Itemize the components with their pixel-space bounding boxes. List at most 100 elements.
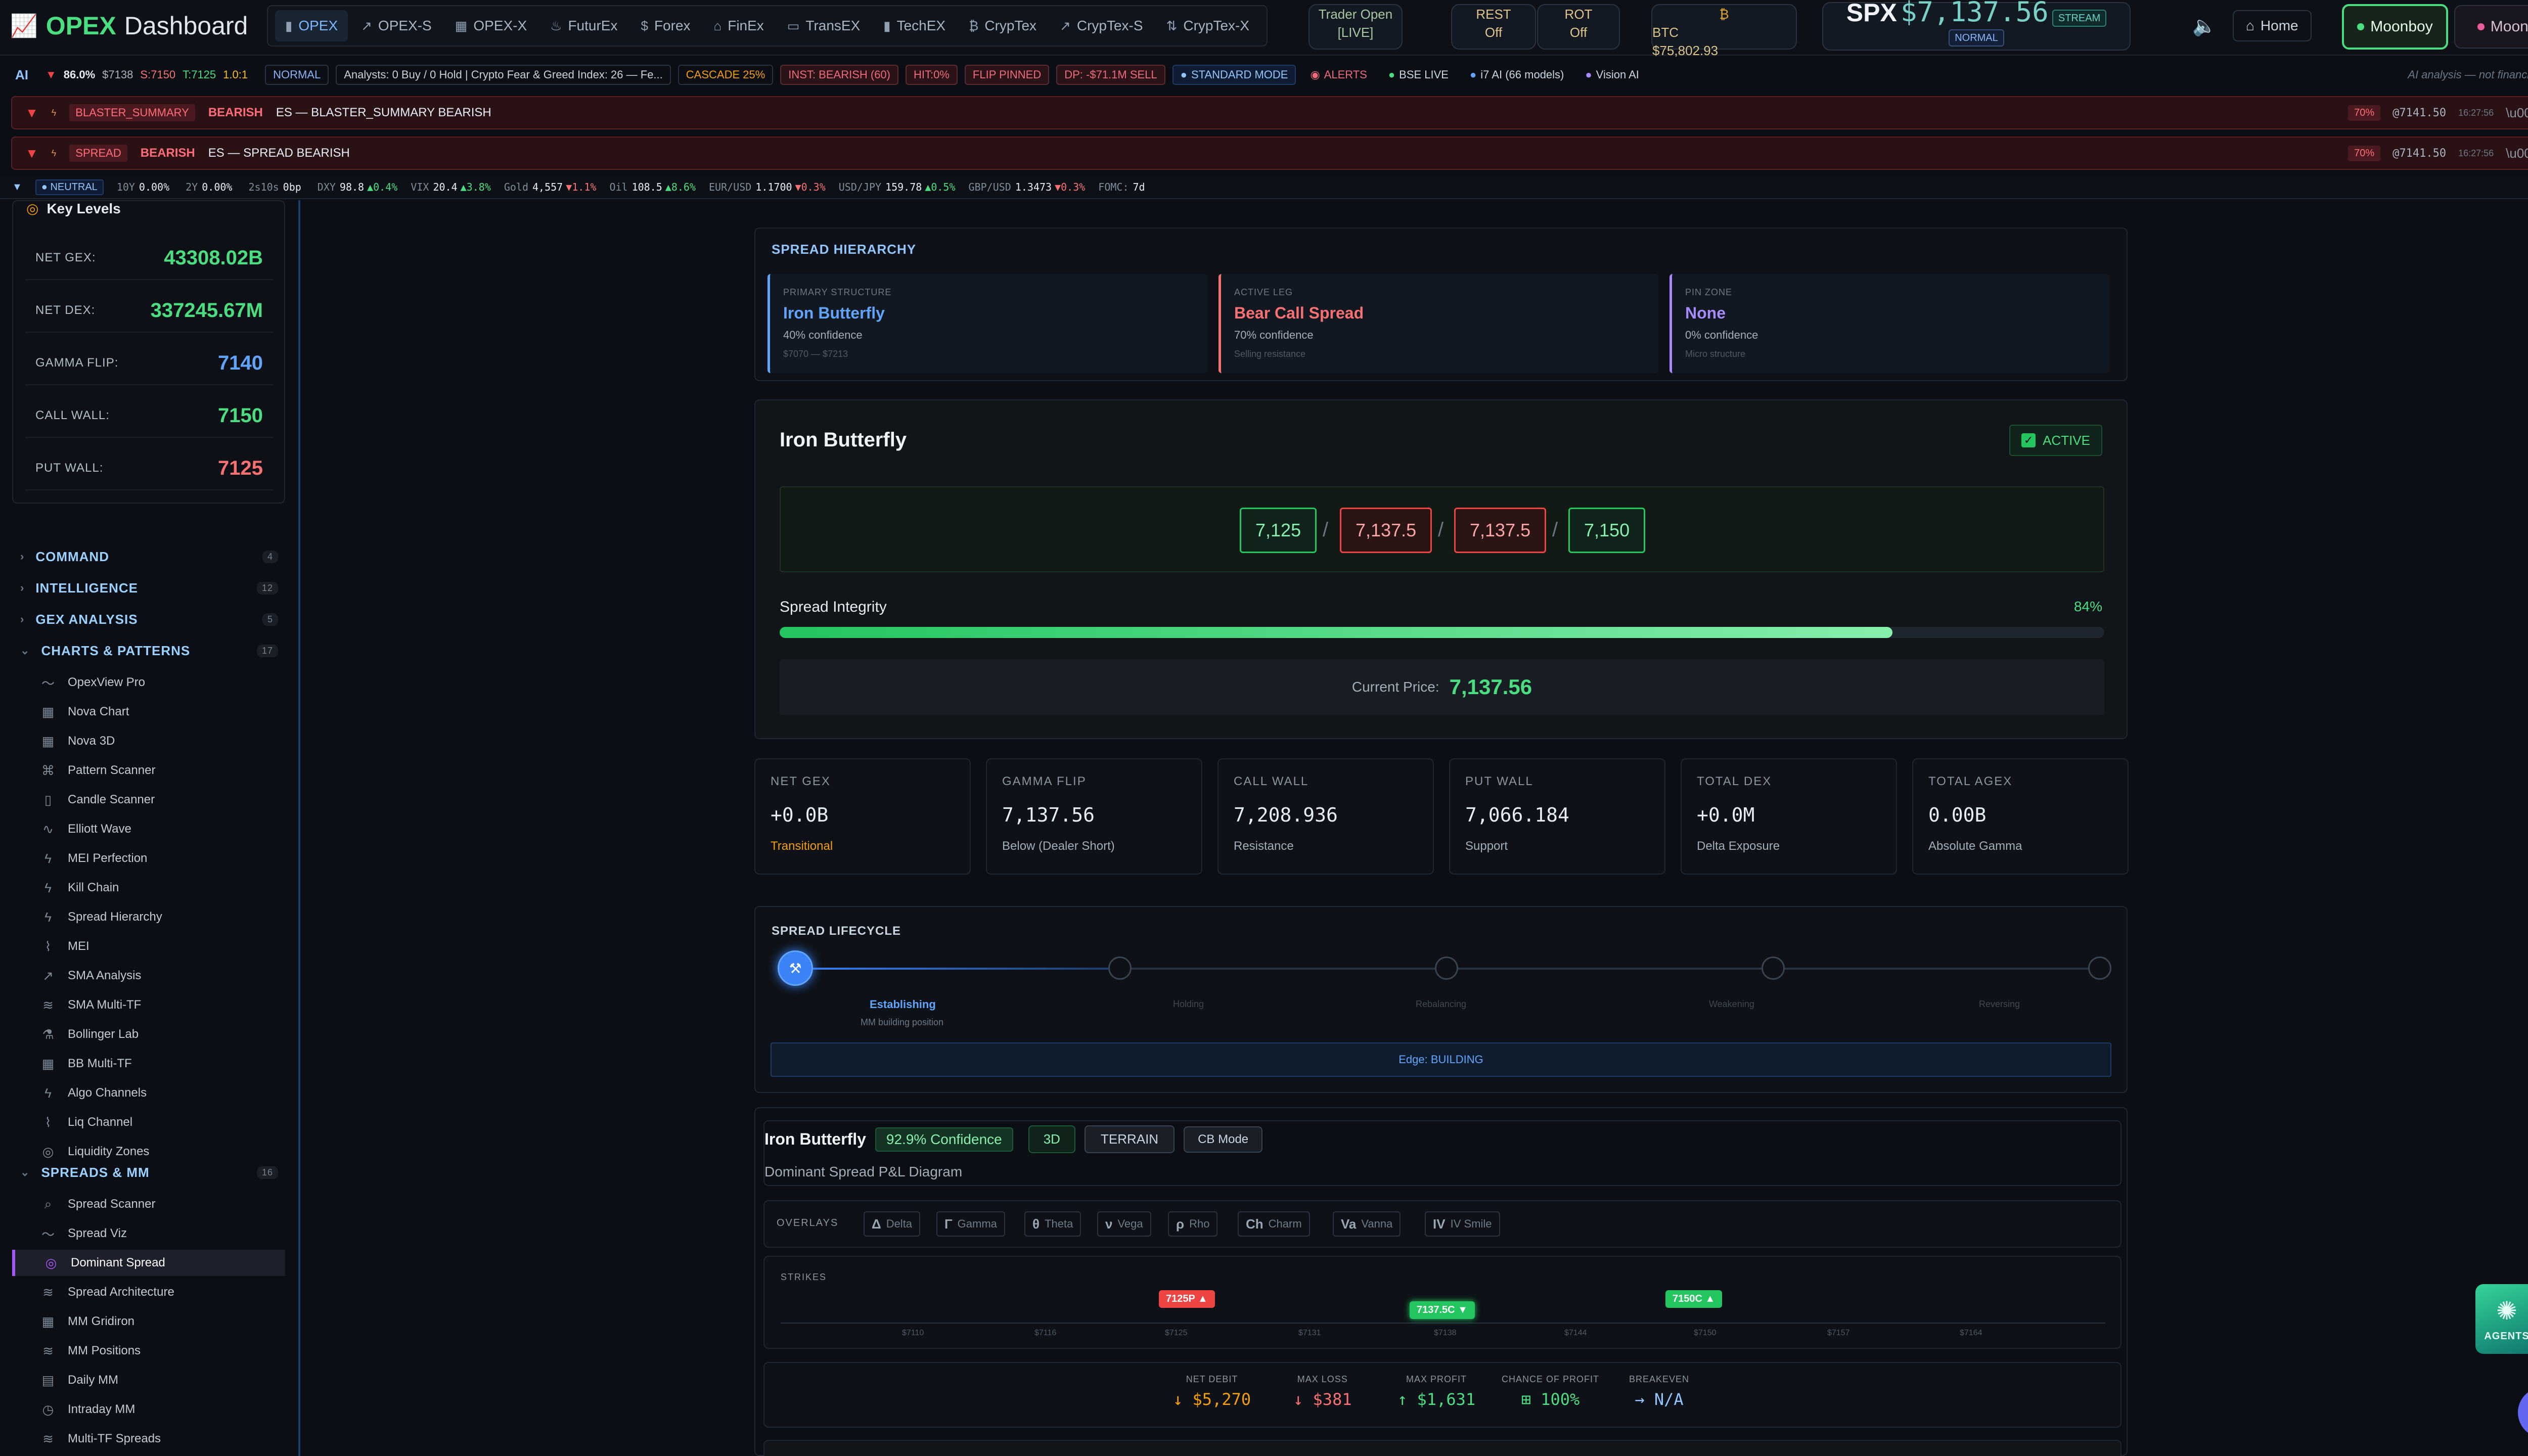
tab-cryptex-s[interactable]: ↗ CrypTex-S (1050, 10, 1153, 41)
home-button[interactable]: ⌂ Home (2233, 10, 2312, 41)
alert-row[interactable]: ▼ ϟ SPREAD BEARISH ES — SPREAD BEARISH 70% @71… (11, 136, 2528, 170)
sidebar-item-mm-gridiron[interactable]: ▦ MM Gridiron (12, 1308, 285, 1335)
lifecycle-node[interactable] (1762, 957, 1785, 980)
sidebar-item-liq-channel[interactable]: ⌇ Liq Channel (12, 1109, 285, 1135)
layers-icon: ≋ (42, 997, 54, 1013)
overlay-gamma[interactable]: Γ Gamma (936, 1211, 1005, 1237)
terrain-button[interactable]: TERRAIN (1084, 1125, 1175, 1153)
overlay-delta[interactable]: Δ Delta (864, 1211, 921, 1237)
layers-icon: ≋ (42, 1431, 54, 1446)
tab-cryptex[interactable]: ₿ CrypTex (959, 10, 1047, 41)
sidebar-section-gex-analysis[interactable]: › GEX ANALYSIS 5 (20, 607, 278, 632)
tab-opex[interactable]: ▮ OPEX (275, 10, 348, 41)
hierarchy-column: ACTIVE LEG Bear Call Spread 70% confidence… (1218, 274, 1658, 373)
sidebar-section-command[interactable]: › COMMAND 4 (20, 544, 278, 569)
overlay-vega[interactable]: ν Vega (1097, 1211, 1151, 1237)
sidebar-item-elliott-wave[interactable]: ∿ Elliott Wave (12, 816, 285, 842)
sidebar-item-nova-chart[interactable]: ▦ Nova Chart (12, 699, 285, 725)
sidebar-item-spread-viz[interactable]: 〜 Spread Viz (12, 1220, 285, 1247)
sidebar-item-multi-tf-spreads[interactable]: ≋ Multi-TF Spreads (12, 1426, 285, 1452)
strike-tick: $7125 (1165, 1329, 1188, 1337)
3d-button[interactable]: 3D (1028, 1125, 1075, 1153)
standard-mode-chip[interactable]: ● STANDARD MODE (1172, 65, 1296, 85)
tab-opex-x[interactable]: ▦ OPEX-X (445, 10, 537, 41)
sidebar-item-mei-perfection[interactable]: ϟ MEI Perfection (12, 845, 285, 872)
lifecycle-node[interactable] (2088, 957, 2111, 980)
collapse-chevron-icon[interactable]: ▼ (12, 181, 22, 193)
overlay-vanna[interactable]: Va Vanna (1333, 1211, 1401, 1237)
logo-strong: OPEX (46, 12, 116, 40)
tab-futurex[interactable]: ♨ FuturEx (540, 10, 627, 41)
sidebar-item-daily-mm[interactable]: ▤ Daily MM (12, 1367, 285, 1393)
speaker-icon[interactable]: 🔈 (2192, 15, 2216, 37)
sidebar-item-opexview-pro[interactable]: 〜 OpexView Pro (12, 669, 285, 696)
sidebar-item-mm-positions[interactable]: ≋ MM Positions (12, 1338, 285, 1364)
lifecycle-node[interactable]: ⚒ (778, 950, 813, 986)
sidebar-item-nova-3d[interactable]: ▦ Nova 3D (12, 728, 285, 754)
rot-toggle[interactable]: ROT Off (1537, 4, 1620, 50)
sidebar-section-intelligence[interactable]: › INTELLIGENCE 12 (20, 575, 278, 601)
sidebar-item-candle-scanner[interactable]: ▯ Candle Scanner (12, 787, 285, 813)
rest-toggle[interactable]: REST Off (1451, 4, 1536, 50)
alert-meta: 70% @7141.50 16:27:56 \u00D7 (2348, 105, 2528, 121)
sidebar-item-intraday-mm[interactable]: ◷ Intraday MM (12, 1396, 285, 1423)
agents-button[interactable]: ✺ AGENTS (2475, 1284, 2528, 1354)
sidebar-item-bollinger-lab[interactable]: ⚗ Bollinger Lab (12, 1021, 285, 1048)
tab-cryptex-x[interactable]: ⇅ CrypTex-X (1156, 10, 1260, 41)
strike-marker[interactable]: 7137.5C ▼ (1410, 1301, 1475, 1319)
stat-card-put-wall: PUT WALL 7,066.184 Support (1449, 758, 1665, 875)
alerts-chip[interactable]: ◉ ALERTS (1303, 65, 1374, 85)
sidebar-section-charts-patterns[interactable]: ⌄ CHARTS & PATTERNS 17 (20, 638, 278, 663)
stat-label: CALL WALL (1234, 775, 1309, 788)
lifecycle-node[interactable] (1108, 957, 1132, 980)
ticker-symbol: FOMC: (1098, 181, 1129, 193)
sidebar-item-mei[interactable]: ⌇ MEI (12, 933, 285, 960)
grid-icon: ▦ (41, 704, 55, 719)
lifecycle-stage-label: Weakening (1709, 999, 1754, 1009)
overlay-rho[interactable]: ρ Rho (1168, 1211, 1218, 1237)
sidebar-item-dominant-spread[interactable]: ◎ Dominant Spread (12, 1250, 285, 1276)
strike-marker[interactable]: 7125P ▲ (1159, 1290, 1215, 1308)
dismiss-button[interactable]: \u00D7 (2506, 146, 2528, 161)
sidebar-item-spread-hierarchy[interactable]: ϟ Spread Hierarchy (12, 904, 285, 930)
sidebar-item-spread-scanner[interactable]: ⌕ Spread Scanner (12, 1191, 285, 1217)
sidebar-item-algo-channels[interactable]: ϟ Algo Channels (12, 1080, 285, 1106)
cascade-chip: CASCADE 25% (678, 65, 774, 85)
cb-mode-button[interactable]: CB Mode (1184, 1126, 1263, 1153)
bolt-icon: ϟ (44, 909, 52, 925)
sidebar-item-sma-analysis[interactable]: ↗ SMA Analysis (12, 963, 285, 989)
alert-row[interactable]: ▼ ϟ BLASTER_SUMMARY BEARISH ES — BLASTER_SUM… (11, 96, 2528, 129)
trader-status[interactable]: Trader Open [LIVE] (1308, 4, 1403, 50)
overlay-charm[interactable]: Ch Charm (1238, 1211, 1310, 1237)
ticker-value: 1.3473 (1015, 181, 1052, 193)
tab-opex-s[interactable]: ↗ OPEX-S (351, 10, 442, 41)
tab-label: OPEX-X (473, 18, 527, 33)
sidebar-item-sma-multi-tf[interactable]: ≋ SMA Multi-TF (12, 992, 285, 1018)
alert-price: @7141.50 (2392, 106, 2447, 119)
sidebar-item-bb-multi-tf[interactable]: ▦ BB Multi-TF (12, 1051, 285, 1077)
live-dot-icon: ● (1388, 68, 1395, 81)
pnl-header: Iron Butterfly 92.9% Confidence 3D TERRA… (763, 1120, 2121, 1186)
expand-triangle-icon[interactable]: ▼ (25, 105, 38, 121)
dismiss-button[interactable]: \u00D7 (2506, 105, 2528, 121)
btc-price-widget[interactable]: ₿ BTC $75,802.93 (1651, 4, 1797, 58)
user-moongi-button[interactable]: Moongi (2454, 5, 2528, 49)
sidebar-item-kill-chain[interactable]: ϟ Kill Chain (12, 875, 285, 901)
strike-marker[interactable]: 7150C ▲ (1665, 1290, 1723, 1308)
chat-button[interactable]: 💬 (2518, 1387, 2528, 1438)
lifecycle-node[interactable] (1435, 957, 1458, 980)
analysts-chip[interactable]: Analysts: 0 Buy / 0 Hold | Crypto Fear &… (336, 65, 671, 85)
app-logo[interactable]: 📈 OPEX Dashboard (10, 8, 248, 43)
sidebar-item-spread-architecture[interactable]: ≋ Spread Architecture (12, 1279, 285, 1305)
sidebar-item-pattern-scanner[interactable]: ⌘ Pattern Scanner (12, 757, 285, 784)
overlay-iv-smile[interactable]: IV IV Smile (1425, 1211, 1500, 1237)
tab-forex[interactable]: $ Forex (630, 10, 700, 41)
tab-finex[interactable]: ⌂ FinEx (704, 10, 774, 41)
pulse-icon: ⌇ (44, 938, 52, 954)
expand-triangle-icon[interactable]: ▼ (25, 146, 38, 161)
tab-transex[interactable]: ▭ TransEX (777, 10, 870, 41)
sidebar-section-spreads-mm[interactable]: ⌄ SPREADS & MM 16 (20, 1160, 278, 1185)
tab-techex[interactable]: ▮ TechEX (873, 10, 956, 41)
overlay-theta[interactable]: θ Theta (1024, 1211, 1081, 1237)
user-moonboy-button[interactable]: Moonboy (2342, 4, 2448, 50)
